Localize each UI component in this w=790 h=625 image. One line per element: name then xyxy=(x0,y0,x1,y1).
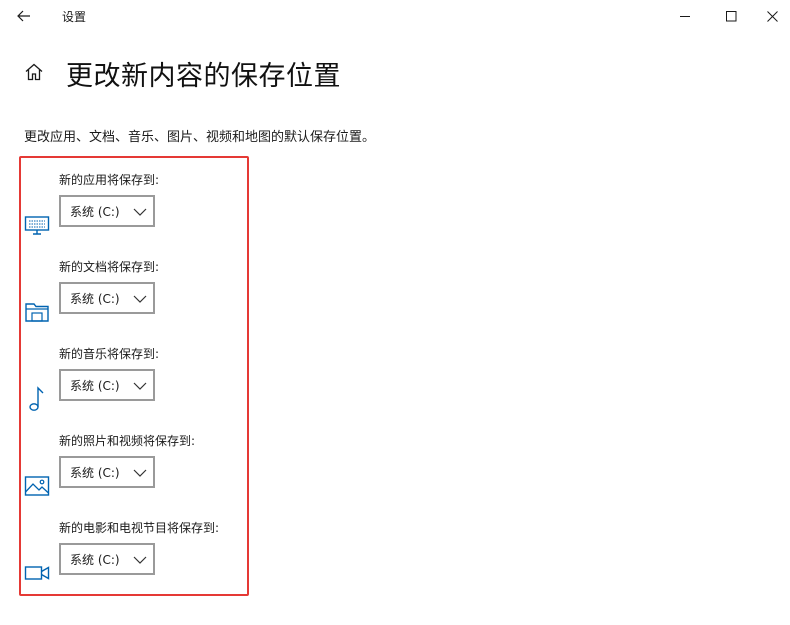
home-icon xyxy=(25,63,43,81)
chevron-down-icon xyxy=(133,208,147,216)
save-locations-group: 新的应用将保存到: 系统 (C:) 新的文档将保存到: 系统 (C:) 新的音乐… xyxy=(19,156,249,596)
documents-drive-dropdown[interactable]: 系统 (C:) xyxy=(59,282,155,314)
back-arrow-icon xyxy=(17,10,30,22)
home-button[interactable] xyxy=(22,60,46,84)
back-button[interactable] xyxy=(10,4,38,28)
picture-icon xyxy=(23,472,51,500)
music-save-location: 新的音乐将保存到: 系统 (C:) xyxy=(21,345,251,432)
app-title: 设置 xyxy=(62,10,87,24)
title-bar: 设置 xyxy=(0,0,790,32)
close-icon xyxy=(766,10,778,22)
page-title: 更改新内容的保存位置 xyxy=(66,61,341,92)
apps-drive-dropdown[interactable]: 系统 (C:) xyxy=(59,195,155,227)
photos-videos-save-location: 新的照片和视频将保存到: 系统 (C:) xyxy=(21,432,251,519)
apps-drive-value: 系统 (C:) xyxy=(70,204,120,219)
documents-drive-value: 系统 (C:) xyxy=(70,291,120,306)
chevron-down-icon xyxy=(133,556,147,564)
chevron-down-icon xyxy=(133,382,147,390)
music-drive-dropdown[interactable]: 系统 (C:) xyxy=(59,369,155,401)
monitor-icon xyxy=(23,211,51,239)
movies-tv-drive-dropdown[interactable]: 系统 (C:) xyxy=(59,543,155,575)
movies-tv-save-label: 新的电影和电视节目将保存到: xyxy=(59,521,220,535)
photos-videos-drive-dropdown[interactable]: 系统 (C:) xyxy=(59,456,155,488)
close-button[interactable] xyxy=(754,0,790,32)
minimize-button[interactable] xyxy=(662,0,708,32)
movies-tv-drive-value: 系统 (C:) xyxy=(70,552,120,567)
chevron-down-icon xyxy=(133,295,147,303)
music-drive-value: 系统 (C:) xyxy=(70,378,120,393)
apps-save-location: 新的应用将保存到: 系统 (C:) xyxy=(21,171,251,258)
maximize-icon xyxy=(725,10,736,21)
music-note-icon xyxy=(23,385,51,413)
page-description: 更改应用、文档、音乐、图片、视频和地图的默认保存位置。 xyxy=(24,130,376,145)
photos-videos-drive-value: 系统 (C:) xyxy=(70,465,120,480)
folder-icon xyxy=(23,298,51,326)
minimize-icon xyxy=(679,15,690,17)
chevron-down-icon xyxy=(133,469,147,477)
apps-save-label: 新的应用将保存到: xyxy=(59,173,160,187)
documents-save-label: 新的文档将保存到: xyxy=(59,260,160,274)
maximize-button[interactable] xyxy=(708,0,754,32)
photos-videos-save-label: 新的照片和视频将保存到: xyxy=(59,434,196,448)
movies-tv-save-location: 新的电影和电视节目将保存到: 系统 (C:) xyxy=(21,519,251,606)
video-camera-icon xyxy=(23,559,51,587)
documents-save-location: 新的文档将保存到: 系统 (C:) xyxy=(21,258,251,345)
music-save-label: 新的音乐将保存到: xyxy=(59,347,160,361)
